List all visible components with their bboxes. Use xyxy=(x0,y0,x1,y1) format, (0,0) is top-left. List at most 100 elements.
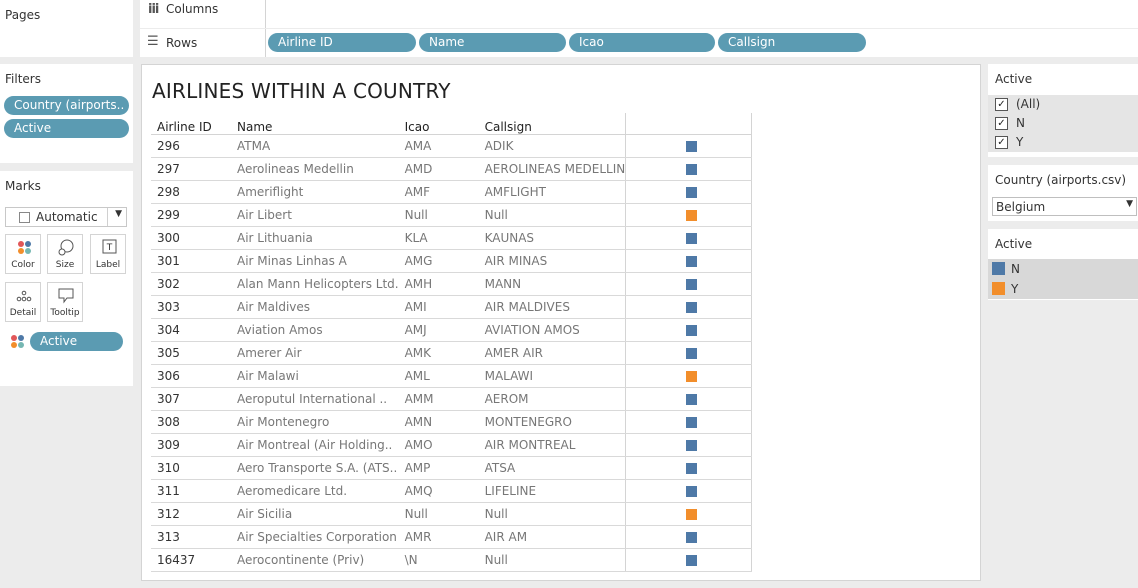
cell-name: Aeromedicare Ltd. xyxy=(231,479,399,503)
active-mark-square[interactable] xyxy=(686,463,698,474)
cell-airline-id: 313 xyxy=(151,525,231,549)
filter-pill-active[interactable]: Active xyxy=(4,119,129,138)
active-filter-title: Active xyxy=(995,72,1033,86)
marks-color-pill[interactable]: Active xyxy=(30,332,123,351)
cell-airline-id: 302 xyxy=(151,272,231,296)
cell-icao: AML xyxy=(398,364,479,388)
pages-card[interactable]: Pages xyxy=(0,0,133,57)
table-row[interactable]: 303 Air Maldives AMI AIR MALDIVES xyxy=(151,295,753,319)
cell-icao: \N xyxy=(398,548,479,572)
table-row[interactable]: 301 Air Minas Linhas A AMG AIR MINAS xyxy=(151,249,753,273)
active-mark-square[interactable] xyxy=(686,164,698,175)
active-mark-square[interactable] xyxy=(686,325,698,336)
rows-pill-name[interactable]: Name xyxy=(419,33,566,52)
active-mark-square[interactable] xyxy=(686,532,698,543)
table-row[interactable]: 311 Aeromedicare Ltd. AMQ LIFELINE xyxy=(151,479,753,503)
active-option-n-label: N xyxy=(1016,116,1025,130)
cell-callsign: AIR AM xyxy=(478,525,626,549)
filters-card: Filters Country (airports.. Active xyxy=(0,64,133,163)
tooltip-icon xyxy=(58,288,74,304)
table-row[interactable]: 296 ATMA AMA ADIK xyxy=(151,134,753,158)
table-row[interactable]: 307 Aeroputul International .. AMM AEROM xyxy=(151,387,753,411)
country-filter-title: Country (airports.csv) xyxy=(995,173,1127,187)
marks-title: Marks xyxy=(5,179,41,193)
mark-type-icon xyxy=(19,212,30,223)
cell-mark xyxy=(625,180,753,204)
rows-pill-icao[interactable]: Icao xyxy=(569,33,715,52)
cell-mark xyxy=(625,548,753,572)
active-option-n[interactable]: ✓ N xyxy=(988,114,1138,133)
active-option-y[interactable]: ✓ Y xyxy=(988,133,1138,152)
table-row[interactable]: 310 Aero Transporte S.A. (ATS.. AMP ATSA xyxy=(151,456,753,480)
cell-callsign: Null xyxy=(478,203,626,227)
active-mark-square[interactable] xyxy=(686,509,698,520)
tooltip-button[interactable]: Tooltip xyxy=(47,282,83,322)
rows-pill-airline-id[interactable]: Airline ID xyxy=(268,33,416,52)
header-airline-id[interactable]: Airline ID xyxy=(151,113,231,135)
active-mark-square[interactable] xyxy=(686,440,698,451)
active-mark-square[interactable] xyxy=(686,302,698,313)
table-row[interactable]: 300 Air Lithuania KLA KAUNAS xyxy=(151,226,753,250)
table-row[interactable]: 302 Alan Mann Helicopters Ltd. AMH MANN xyxy=(151,272,753,296)
cell-name: Ameriflight xyxy=(231,180,399,204)
active-option-all[interactable]: ✓ (All) xyxy=(988,95,1138,114)
cell-airline-id: 299 xyxy=(151,203,231,227)
header-icao[interactable]: Icao xyxy=(398,113,479,135)
table-row[interactable]: 308 Air Montenegro AMN MONTENEGRO xyxy=(151,410,753,434)
label-icon: T xyxy=(102,239,117,254)
checkbox-icon[interactable]: ✓ xyxy=(995,98,1008,111)
table-row[interactable]: 305 Amerer Air AMK AMER AIR xyxy=(151,341,753,365)
active-mark-square[interactable] xyxy=(686,279,698,290)
table-row[interactable]: 297 Aerolineas Medellin AMD AEROLINEAS MEDE… xyxy=(151,157,753,181)
color-button-label: Color xyxy=(11,260,35,270)
table-row[interactable]: 299 Air Libert Null Null xyxy=(151,203,753,227)
table-row[interactable]: 16437 Aerocontinente (Priv) \N Null xyxy=(151,548,753,572)
active-mark-square[interactable] xyxy=(686,417,698,428)
rows-pill-callsign[interactable]: Callsign xyxy=(718,33,866,52)
legend-item-y[interactable]: Y xyxy=(988,279,1138,299)
active-mark-square[interactable] xyxy=(686,256,698,267)
header-name[interactable]: Name xyxy=(231,113,399,135)
table-row[interactable]: 298 Ameriflight AMF AMFLIGHT xyxy=(151,180,753,204)
active-mark-square[interactable] xyxy=(686,141,698,152)
table-row[interactable]: 309 Air Montreal (Air Holding.. AMO AIR MON… xyxy=(151,433,753,457)
active-mark-square[interactable] xyxy=(686,371,698,382)
active-mark-square[interactable] xyxy=(686,187,698,198)
table-row[interactable]: 306 Air Malawi AML MALAWI xyxy=(151,364,753,388)
columns-divider xyxy=(265,0,266,28)
active-mark-square[interactable] xyxy=(686,233,698,244)
active-mark-square[interactable] xyxy=(686,348,698,359)
size-button[interactable]: Size xyxy=(47,234,83,274)
rows-shelf[interactable]: ☰ Rows Airline ID Name Icao Callsign xyxy=(140,29,1138,57)
cell-icao: AMR xyxy=(398,525,479,549)
cell-mark xyxy=(625,341,753,365)
color-button[interactable]: Color xyxy=(5,234,41,274)
cell-icao: AMA xyxy=(398,134,479,158)
active-mark-square[interactable] xyxy=(686,555,698,566)
checkbox-icon[interactable]: ✓ xyxy=(995,117,1008,130)
legend-item-n[interactable]: N xyxy=(988,259,1138,279)
active-mark-square[interactable] xyxy=(686,394,698,405)
mark-type-dropdown[interactable]: Automatic ▼ xyxy=(5,207,127,227)
header-callsign[interactable]: Callsign xyxy=(478,113,626,135)
cell-name: Air Specialties Corporation xyxy=(231,525,399,549)
country-select[interactable]: Belgium ▼ xyxy=(992,197,1137,216)
table-row[interactable]: 312 Air Sicilia Null Null xyxy=(151,502,753,526)
table-row[interactable]: 304 Aviation Amos AMJ AVIATION AMOS xyxy=(151,318,753,342)
columns-shelf[interactable]: iii Columns xyxy=(140,0,1138,28)
active-mark-square[interactable] xyxy=(686,486,698,497)
cell-icao: AMO xyxy=(398,433,479,457)
cell-mark xyxy=(625,295,753,319)
filters-title: Filters xyxy=(5,72,41,86)
cell-name: Air Lithuania xyxy=(231,226,399,250)
checkbox-icon[interactable]: ✓ xyxy=(995,136,1008,149)
table-row[interactable]: 313 Air Specialties Corporation AMR AIR AM xyxy=(151,525,753,549)
cell-callsign: MALAWI xyxy=(478,364,626,388)
cell-mark xyxy=(625,272,753,296)
rows-icon: ☰ xyxy=(147,34,159,49)
detail-button[interactable]: Detail xyxy=(5,282,41,322)
label-button[interactable]: T Label xyxy=(90,234,126,274)
filter-pill-country[interactable]: Country (airports.. xyxy=(4,96,129,115)
active-mark-square[interactable] xyxy=(686,210,698,221)
legend-label-y: Y xyxy=(1011,282,1019,296)
